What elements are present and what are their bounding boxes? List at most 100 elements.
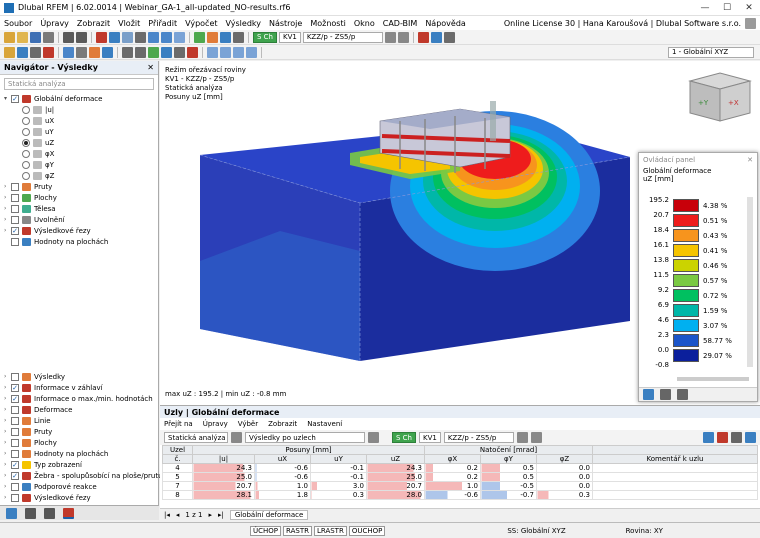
table-cell-uz[interactable]: 25.0 [366, 472, 425, 482]
table-cell-u[interactable]: 25.0 [192, 472, 255, 482]
table-cell-fz[interactable]: 0.0 [536, 463, 593, 473]
table-cell-uy[interactable]: -0.1 [310, 472, 367, 482]
last-page-icon[interactable]: ▸| [218, 511, 224, 519]
table-cell-fx[interactable]: 0.2 [424, 463, 481, 473]
menu-nastroje[interactable]: Nástroje [269, 19, 302, 28]
menu-vysledky[interactable]: Výsledky [226, 19, 261, 28]
col-ux[interactable]: uX [254, 454, 311, 464]
deformation-icon[interactable] [417, 31, 429, 43]
select-icon[interactable] [135, 31, 146, 43]
table-menu-selection[interactable]: Výběr [238, 420, 258, 428]
table-icon[interactable] [233, 31, 244, 43]
filter-icon[interactable] [703, 432, 714, 443]
table-cell-comment[interactable] [592, 490, 758, 500]
table-cell-uy[interactable]: -0.1 [310, 463, 367, 473]
tree-item-surfaces[interactable]: › Plochy [4, 192, 158, 203]
col-phiy[interactable]: φY [480, 454, 537, 464]
snap-toggle[interactable]: ÚCHOP [250, 525, 282, 536]
zoom-icon[interactable] [122, 31, 133, 43]
legend-scrollbar[interactable] [747, 197, 753, 367]
table-menu-goto[interactable]: Přejít na [164, 420, 193, 428]
display-item-members[interactable]: › Pruty [4, 426, 156, 437]
next-page-icon[interactable]: ▸ [208, 511, 212, 519]
tree-item-uz[interactable]: uZ [4, 137, 158, 148]
table-cell-fx[interactable]: 1.0 [424, 481, 481, 491]
results-by-select[interactable]: Výsledky po uzlech [245, 432, 365, 443]
hinge-icon[interactable] [89, 46, 100, 58]
table-cell-u[interactable]: 20.7 [192, 481, 255, 491]
wireframe-icon[interactable] [161, 31, 172, 43]
col-node-no[interactable]: č. [162, 454, 193, 464]
loads-icon[interactable] [207, 31, 218, 43]
tree-item-global-deformation[interactable]: ▾ ✓ Globální deformace [4, 93, 158, 104]
top-view-icon[interactable] [233, 46, 244, 58]
table-menu-settings[interactable]: Nastavení [307, 420, 342, 428]
undo-icon[interactable] [63, 31, 74, 43]
tree-item-uy[interactable]: uY [4, 126, 158, 137]
table-row[interactable]: 4 24.3 -0.6 -0.1 24.3 0.2 0.5 0.0 [162, 463, 758, 473]
minimize-icon[interactable]: — [694, 3, 716, 13]
redo-icon[interactable] [76, 31, 87, 43]
front-view-icon[interactable] [220, 46, 231, 58]
grid-icon[interactable] [135, 46, 146, 58]
tree-item-solids[interactable]: › Tělesa [4, 203, 158, 214]
tree-item-surface-values[interactable]: Hodnoty na plochách [4, 236, 158, 247]
legend-slider[interactable] [677, 377, 749, 381]
results-tab-icon[interactable] [63, 507, 74, 519]
surface-icon[interactable] [43, 46, 54, 58]
tree-item-phiz[interactable]: φZ [4, 170, 158, 181]
display-item-deformation[interactable]: › Deformace [4, 404, 156, 415]
menu-soubor[interactable]: Soubor [4, 19, 32, 28]
display-item-result-sections[interactable]: › Výsledkové řezy [4, 492, 156, 503]
menu-cad-bim[interactable]: CAD-BIM [383, 19, 418, 28]
coord-system-select[interactable]: 1 - Globální XYZ [668, 46, 754, 58]
table-cell-fy[interactable]: -0.7 [480, 490, 537, 500]
tree-item-u-total[interactable]: |u| [4, 104, 158, 115]
display-item-support-reactions[interactable]: › Podporové reakce [4, 481, 156, 492]
support-icon[interactable] [76, 46, 87, 58]
open-file-icon[interactable] [17, 31, 28, 43]
display-item-lines[interactable]: › Linie [4, 415, 156, 426]
table-settings-icon[interactable] [745, 432, 756, 443]
close-icon[interactable]: ✕ [747, 156, 753, 164]
table-combo-select[interactable]: KZZ/p - ZS5/p [443, 432, 514, 443]
render-icon[interactable] [148, 31, 159, 43]
display-tab-icon[interactable] [25, 507, 36, 519]
tree-item-ux[interactable]: uX [4, 115, 158, 126]
results-icon[interactable] [220, 31, 231, 43]
table-cell-uz[interactable]: 20.7 [366, 481, 425, 491]
table-cell-uy[interactable]: 3.0 [310, 481, 367, 491]
table-row[interactable]: 8 28.1 1.8 0.3 28.0 -0.6 -0.7 0.3 [162, 490, 758, 500]
col-u-total[interactable]: |u| [192, 454, 255, 464]
lgrid-toggle[interactable]: LRASTR [313, 525, 347, 536]
close-icon[interactable]: ✕ [147, 63, 154, 72]
table-row[interactable]: 7 20.7 1.0 3.0 20.7 1.0 -0.5 0.0 [162, 481, 758, 491]
maximize-icon[interactable]: ☐ [716, 3, 738, 13]
close-icon[interactable]: ✕ [738, 3, 760, 13]
print-icon[interactable] [43, 31, 54, 43]
member-icon[interactable] [30, 46, 41, 58]
settings-tab-icon[interactable] [677, 389, 688, 400]
col-uz[interactable]: uZ [366, 454, 425, 464]
menu-moznosti[interactable]: Možnosti [310, 19, 346, 28]
analysis-dropdown[interactable]: Statická analýza [4, 78, 154, 90]
table-cell-fy[interactable]: -0.5 [480, 481, 537, 491]
col-comment[interactable]: Komentář k uzlu [592, 454, 758, 464]
result-values-icon[interactable] [430, 31, 442, 43]
col-phix[interactable]: φX [424, 454, 481, 464]
next-icon[interactable] [397, 31, 409, 43]
display-item-maxmin-info[interactable]: › ✓ Informace o max./min. hodnotách [4, 393, 156, 404]
iso-view-icon[interactable] [207, 46, 218, 58]
display-item-header-info[interactable]: › ✓ Informace v záhlaví [4, 382, 156, 393]
tree-item-members[interactable]: › Pruty [4, 181, 158, 192]
table-cell-n[interactable]: 8 [162, 490, 193, 500]
legend-tab-icon[interactable] [643, 389, 654, 400]
solid-icon[interactable] [63, 46, 74, 58]
table-cell-n[interactable]: 7 [162, 481, 193, 491]
table-cell-fx[interactable]: 0.2 [424, 472, 481, 482]
col-uy[interactable]: uY [310, 454, 367, 464]
display-item-ribs[interactable]: › ✓ Žebra - spolupůsobící na ploše/prutu [4, 470, 163, 481]
scale-tab-icon[interactable] [660, 389, 671, 400]
table-cell-ux[interactable]: 1.0 [254, 481, 311, 491]
menu-okno[interactable]: Okno [354, 19, 375, 28]
